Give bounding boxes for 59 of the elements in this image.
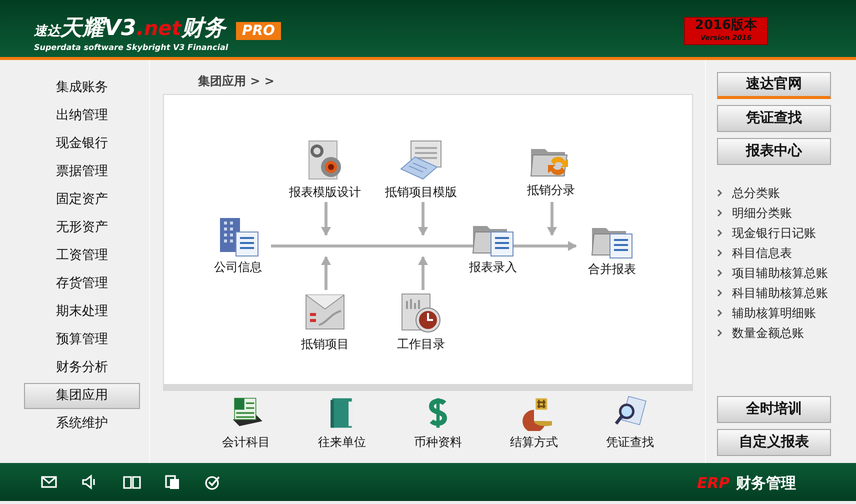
- brand-name: 天耀V3: [60, 16, 136, 41]
- side-button[interactable]: 凭证查找: [717, 105, 831, 132]
- sidebar-item[interactable]: 财务分析: [24, 355, 140, 381]
- chevron-icon: [717, 189, 723, 197]
- footer-title: 财务管理: [736, 473, 796, 494]
- shortcut-button[interactable]: 会计科目: [198, 391, 294, 459]
- side-button[interactable]: 速达官网: [717, 72, 831, 99]
- chevron-icon: [717, 269, 723, 277]
- report-link[interactable]: 数量金额总账: [717, 323, 804, 343]
- sidebar-item[interactable]: 期末处理: [24, 299, 140, 325]
- clock-document-icon: [399, 291, 443, 335]
- report-link[interactable]: 科目信息表: [717, 243, 792, 263]
- shortcut-button[interactable]: 币种资料: [390, 391, 486, 459]
- brand-subtitle: Superdata software Skybright V3 Financial: [34, 42, 228, 54]
- side-button[interactable]: 自定义报表: [717, 429, 831, 456]
- diagram-node[interactable]: 公司信息: [214, 214, 262, 274]
- shortcut-button[interactable]: 凭证查找: [582, 391, 678, 459]
- chevron-icon: [717, 289, 723, 297]
- chevron-icon: [717, 309, 723, 317]
- diagram-node[interactable]: 抵销分录: [527, 137, 575, 197]
- diagram-node[interactable]: 工作目录: [397, 291, 445, 351]
- report-link[interactable]: 科目辅助核算总账: [717, 283, 828, 303]
- diagram-node[interactable]: 抵销项目模版: [385, 139, 457, 199]
- chevron-icon: [717, 229, 723, 237]
- sidebar-item[interactable]: 预算管理: [24, 327, 140, 353]
- diagram-node[interactable]: 报表录入: [469, 214, 517, 274]
- brand-net: .net: [136, 16, 182, 40]
- sidebar-item[interactable]: 无形资产: [24, 215, 140, 241]
- brand-suffix: 财务: [181, 16, 226, 41]
- book-icon[interactable]: [122, 473, 142, 491]
- shortcut-button[interactable]: 往来单位: [294, 391, 390, 459]
- sidebar-item[interactable]: 系统维护: [24, 411, 140, 437]
- breadcrumb: 集团应用 > >: [198, 74, 274, 88]
- chevron-icon: [717, 249, 723, 257]
- brand-prefix: 速达: [34, 24, 60, 39]
- diagram-node[interactable]: 报表模版设计: [289, 139, 361, 199]
- sidebar-item[interactable]: 存货管理: [24, 271, 140, 297]
- chevron-icon: [717, 329, 723, 337]
- sidebar-item[interactable]: 工资管理: [24, 243, 140, 269]
- sidebar-item[interactable]: 票据管理: [24, 159, 140, 185]
- report-link[interactable]: 现金银行日记账: [717, 223, 816, 243]
- side-button[interactable]: 全时培训: [717, 396, 831, 423]
- erp-label: ERP: [697, 473, 730, 494]
- side-button[interactable]: 报表中心: [717, 138, 831, 165]
- diagram-node[interactable]: 合并报表: [588, 216, 636, 276]
- report-link[interactable]: 明细分类账: [717, 203, 792, 223]
- report-link[interactable]: 总分类账: [717, 183, 780, 203]
- shortcut-button[interactable]: 结算方式: [486, 391, 582, 459]
- chevron-icon: [717, 209, 723, 217]
- mail-icon[interactable]: [39, 473, 59, 491]
- sidebar-item[interactable]: 集成账务: [24, 75, 140, 101]
- sidebar-item[interactable]: 现金银行: [24, 131, 140, 157]
- sidebar-item[interactable]: 集团应用: [24, 383, 140, 409]
- report-link[interactable]: 辅助核算明细账: [717, 303, 816, 323]
- diagram-node[interactable]: 抵销项目: [301, 291, 349, 351]
- sidebar-item[interactable]: 出纳管理: [24, 103, 140, 129]
- edition-label: PRO: [236, 22, 281, 40]
- sidebar-item[interactable]: 固定资产: [24, 187, 140, 213]
- report-link[interactable]: 项目辅助核算总账: [717, 263, 828, 283]
